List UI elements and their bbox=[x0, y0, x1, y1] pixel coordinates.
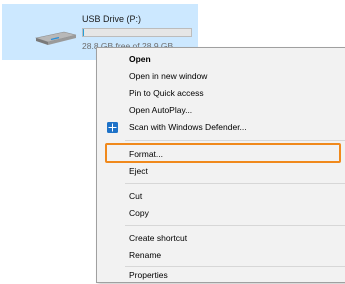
menu-item-scan-defender[interactable]: Scan with Windows Defender... bbox=[97, 119, 345, 136]
menu-item-pin-quick-access[interactable]: Pin to Quick access bbox=[97, 85, 345, 102]
menu-item-copy[interactable]: Copy bbox=[97, 205, 345, 222]
menu-separator bbox=[125, 140, 345, 141]
menu-separator bbox=[125, 225, 345, 226]
format-highlight-box bbox=[105, 143, 341, 163]
drive-name: USB Drive (P:) bbox=[82, 14, 141, 24]
menu-item-properties[interactable]: Properties bbox=[97, 267, 345, 284]
menu-item-create-shortcut[interactable]: Create shortcut bbox=[97, 230, 345, 247]
menu-item-cut[interactable]: Cut bbox=[97, 188, 345, 205]
menu-item-open-new-window[interactable]: Open in new window bbox=[97, 68, 345, 85]
menu-item-open-autoplay[interactable]: Open AutoPlay... bbox=[97, 102, 345, 119]
menu-item-eject[interactable]: Eject bbox=[97, 163, 345, 180]
context-menu: Open Open in new window Pin to Quick acc… bbox=[96, 47, 345, 283]
menu-item-scan-defender-label: Scan with Windows Defender... bbox=[129, 119, 247, 136]
menu-item-rename[interactable]: Rename bbox=[97, 247, 345, 264]
menu-item-open[interactable]: Open bbox=[97, 51, 345, 68]
menu-separator bbox=[125, 183, 345, 184]
usb-drive-icon bbox=[34, 26, 78, 48]
drive-capacity-bar bbox=[82, 28, 192, 37]
windows-defender-icon bbox=[107, 122, 118, 133]
